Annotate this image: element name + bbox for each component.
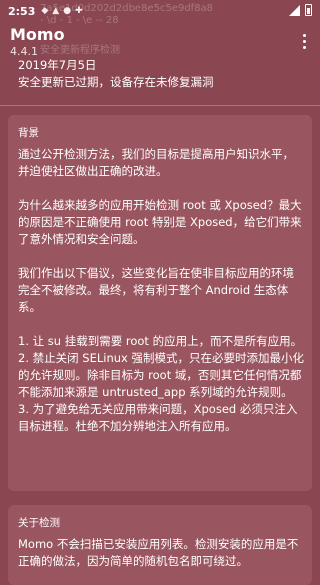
card-title: 关于检测 — [18, 517, 60, 529]
card-paragraph: Momo 不会扫描已安装应用列表。检测安装的应用是不正确的做法，因为简单的随机包… — [18, 537, 299, 568]
divider — [0, 105, 320, 106]
background-card: 背景 通过公开检测方法，我们的目标是提高用户知识水平，并迫使社区做出正确的改进。… — [8, 115, 312, 491]
app-title: Momo — [10, 25, 65, 44]
card-paragraph: 1. 让 su 挂载到需要 root 的应用上，而不是所有应用。 2. 禁止关闭… — [18, 334, 304, 433]
notification-icon: ✚ — [75, 6, 83, 16]
notification-icons: ◆ ▲ ● ✚ — [41, 6, 82, 16]
security-patch-warning: 安全更新已过期，设备存在未修复漏洞 — [18, 75, 214, 89]
overflow-menu-icon[interactable] — [296, 30, 312, 52]
battery-icon — [305, 4, 312, 16]
notification-icon: ● — [63, 6, 72, 16]
card-paragraph: 我们作出以下倡议，这些变化旨在使非目标应用的环境完全不被修改。最终，将有利于整个… — [18, 266, 294, 314]
app-bar: Momo 4.4.1 — [0, 22, 320, 60]
card-paragraph: 为什么越来越多的应用开始检测 root 或 Xposed？最大的原因是不正确使用… — [18, 198, 302, 246]
card-title: 背景 — [18, 127, 39, 139]
card-body: 通过公开检测方法，我们的目标是提高用户知识水平，并迫使社区做出正确的改进。 为什… — [18, 146, 304, 435]
notification-icon: ◆ — [41, 6, 49, 16]
security-patch-date: 2019年7月5日 — [18, 58, 97, 72]
notification-icon: ▲ — [52, 6, 60, 16]
system-icons — [289, 4, 312, 16]
status-bar: 2:53 ◆ ▲ ● ✚ — [0, 0, 320, 22]
card-paragraph: 通过公开检测方法，我们的目标是提高用户知识水平，并迫使社区做出正确的改进。 — [18, 147, 294, 178]
detection-card: 关于检测 Momo 不会扫描已安装应用列表。检测安装的应用是不正确的做法，因为简… — [8, 505, 312, 585]
signal-icon — [289, 4, 300, 16]
card-body: Momo 不会扫描已安装应用列表。检测安装的应用是不正确的做法，因为简单的随机包… — [18, 536, 304, 570]
status-time: 2:53 — [8, 4, 36, 18]
